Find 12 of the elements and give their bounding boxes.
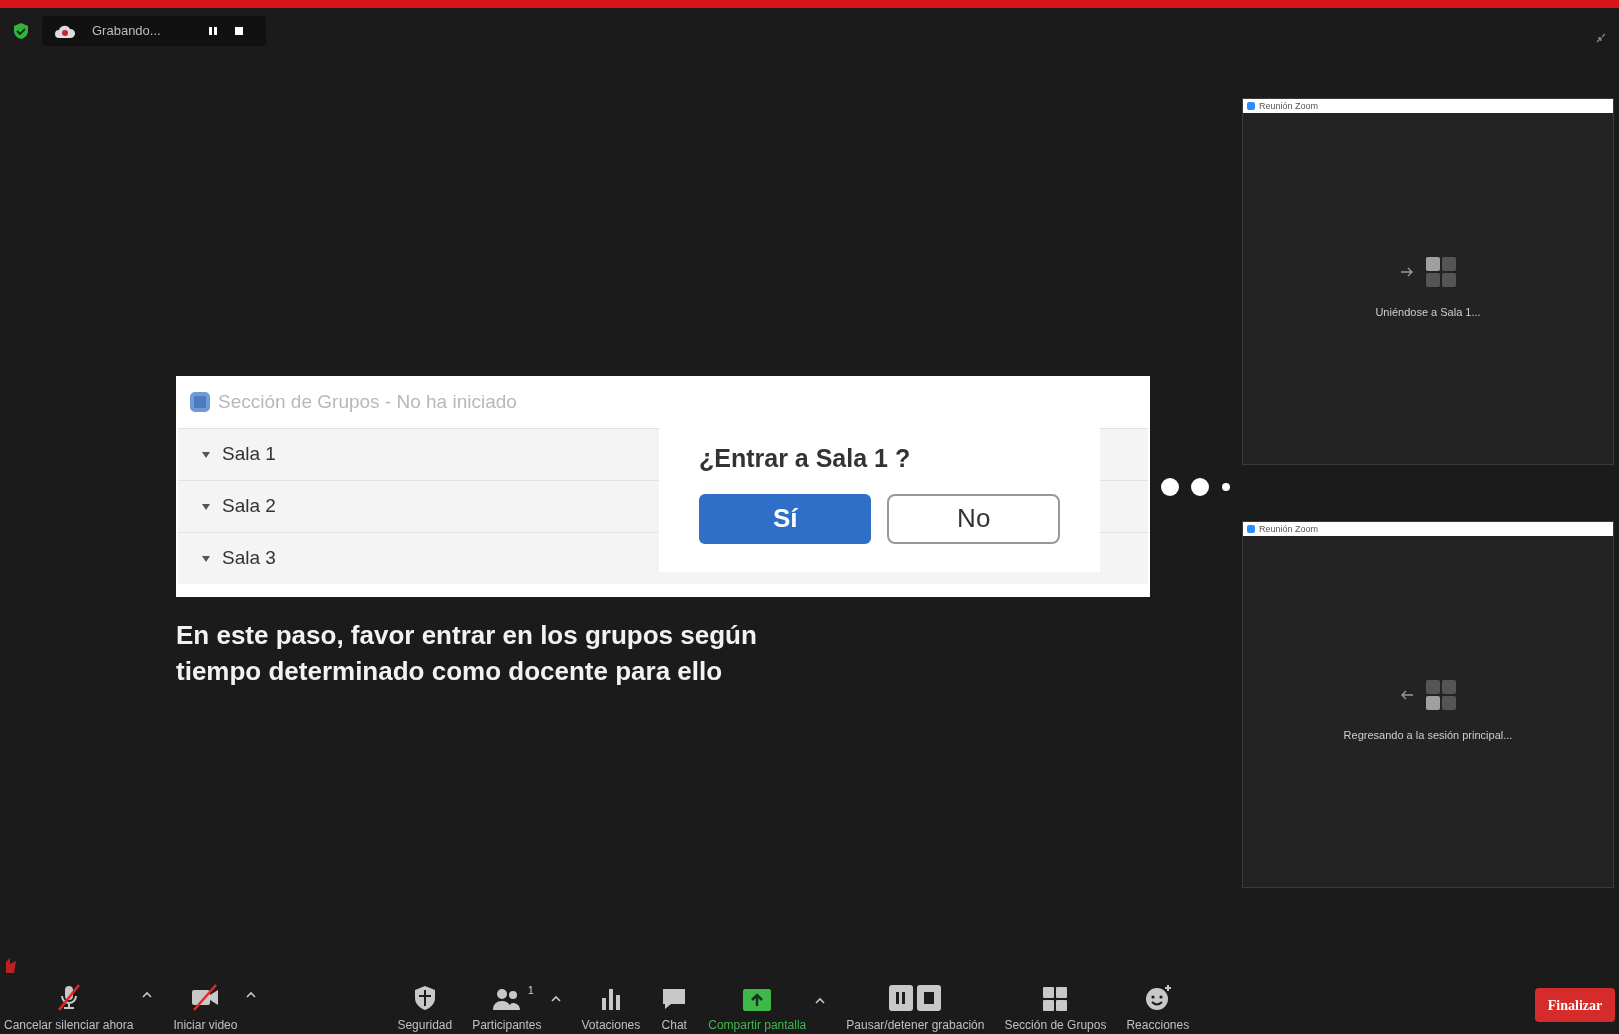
popup-question: ¿Entrar a Sala 1 ? — [699, 443, 912, 474]
room-name: Sala 3 — [222, 546, 276, 571]
dialog-title: Sección de Grupos - No ha iniciado — [218, 389, 517, 414]
window-title: Reunión Zoom — [1259, 524, 1319, 534]
status-message: Regresando a la sesión principal... — [1343, 727, 1513, 743]
caption-text: En este paso, favor entrar en los grupos según tiempo determinado como docente para ello — [176, 619, 758, 688]
room-name: Sala 1 — [222, 442, 276, 467]
recording-status: Grabando... — [92, 22, 162, 41]
window-title: Reunión Zoom — [1259, 101, 1319, 111]
room-name: Sala 2 — [222, 494, 276, 519]
participant-count: 1 — [527, 983, 534, 998]
status-message: Uniéndose a Sala 1... — [1375, 304, 1481, 320]
